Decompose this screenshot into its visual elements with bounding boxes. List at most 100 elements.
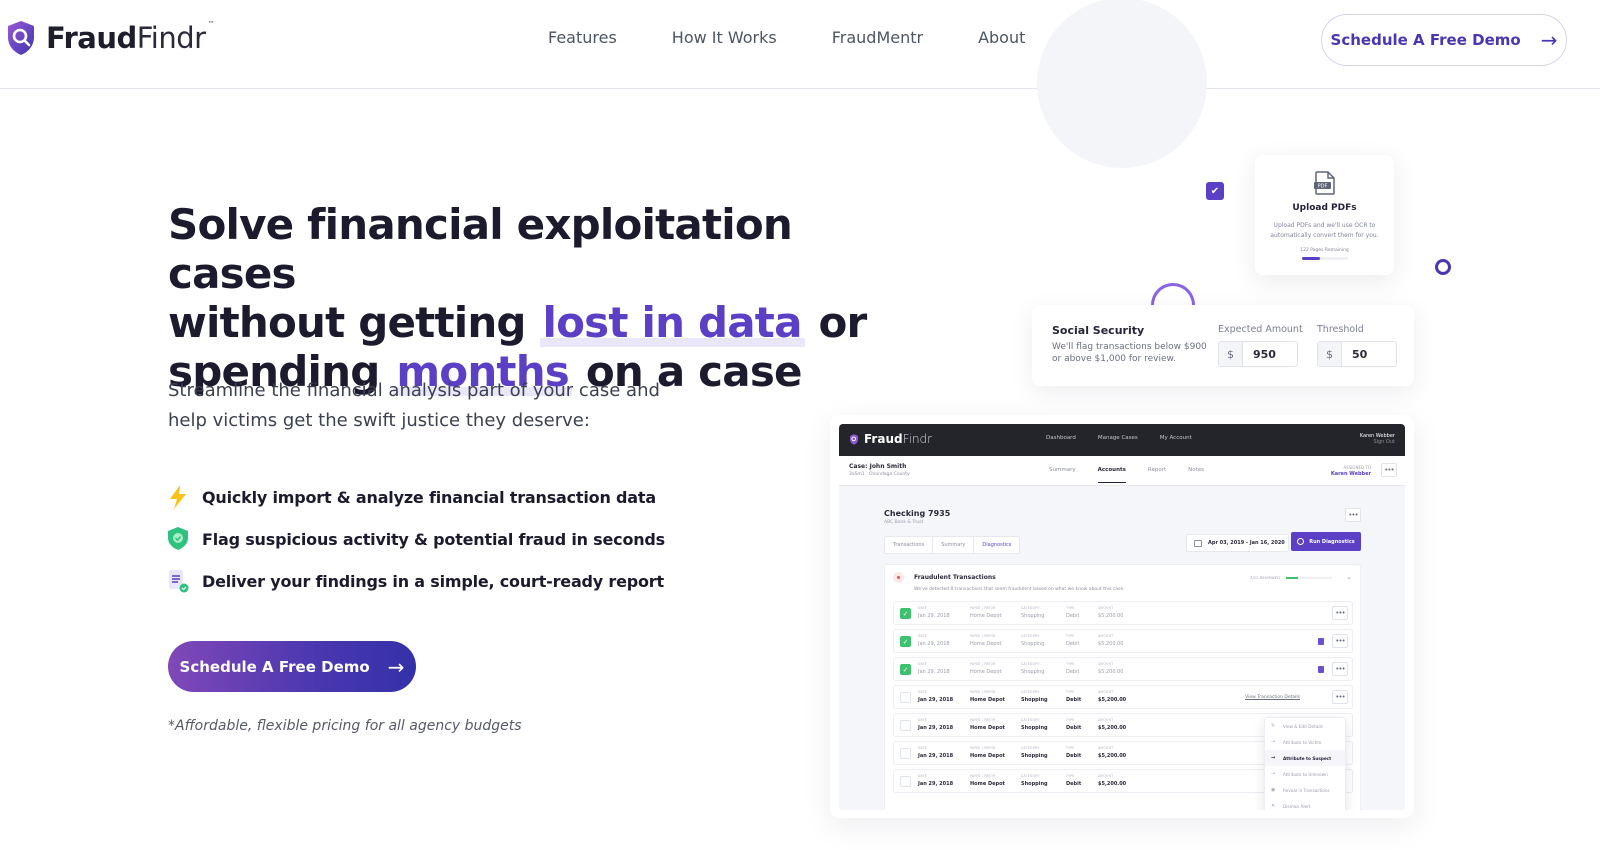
date-range-picker[interactable]: Apr 03, 2019 - Jan 16, 2020 (1186, 534, 1289, 552)
transaction-checkbox[interactable]: ✓ (900, 636, 911, 647)
menu-item[interactable]: → Attribute to Victim (1265, 734, 1345, 750)
account-more-button[interactable]: ••• (1345, 508, 1361, 522)
transaction-checkbox[interactable] (900, 692, 911, 703)
row-more-button[interactable]: ••• (1332, 662, 1348, 676)
row-more-button[interactable]: ••• (1332, 690, 1348, 704)
column-label: CATEGORY (1021, 606, 1040, 610)
threshold-input[interactable]: $ 50 (1317, 341, 1397, 367)
expected-amount-label: Expected Amount (1218, 324, 1303, 335)
assigned-user[interactable]: Karen Webber (1331, 471, 1371, 478)
header-schedule-demo-label: Schedule A Free Demo (1330, 31, 1521, 49)
cell-value: Debit (1066, 781, 1082, 787)
upload-card-description: Upload PDFs and we'll use OCR to automat… (1270, 222, 1379, 239)
report-icon (166, 569, 190, 593)
column-label: TYPE (1066, 606, 1075, 610)
cell-value: Home Depot (970, 641, 1002, 647)
view-transaction-details-link[interactable]: View Transaction Details (1245, 695, 1300, 700)
row-more-button[interactable]: ••• (1332, 606, 1348, 620)
column-label: PAYEE / PAYOR (970, 662, 996, 666)
tab-summary[interactable]: Summary (1049, 467, 1076, 483)
cell-value: Jan 29, 2018 (918, 669, 950, 675)
feature-list: Quickly import & analyze financial trans… (166, 476, 665, 602)
subtab-summary[interactable]: Summary (933, 537, 975, 553)
document-icon[interactable] (1318, 666, 1324, 673)
column-label: PAYEE / PAYOR (970, 718, 996, 722)
subtab-diagnostics[interactable]: Diagnostics (974, 537, 1019, 553)
svg-text:PDF: PDF (1317, 184, 1327, 190)
transaction-row[interactable]: DATE Jan 29, 2018 PAYEE / PAYOR Home Depot C… (893, 685, 1353, 709)
hero-title-line-2-end: or (818, 298, 867, 347)
app-nav-dashboard[interactable]: Dashboard (1046, 435, 1076, 441)
transaction-cell-amount: AMOUNT $5,200.00 (1098, 746, 1126, 759)
transaction-cell-category: CATEGORY Shopping (1021, 690, 1048, 703)
nav-about[interactable]: About (978, 28, 1025, 47)
cell-value: Shopping (1021, 613, 1045, 619)
transaction-cell-type: TYPE Debit (1066, 774, 1081, 787)
transaction-checkbox[interactable] (900, 776, 911, 787)
upload-card-title: Upload PDFs (1292, 203, 1357, 213)
panel-header: Fraudulent Transactions (893, 572, 996, 583)
transaction-cell-amount: AMOUNT $5,200.00 (1098, 662, 1123, 675)
tab-report[interactable]: Report (1148, 467, 1166, 483)
menu-item[interactable]: ✎ View & Edit Details (1265, 718, 1345, 734)
menu-item[interactable]: ✕ Dismiss Alert (1265, 798, 1345, 810)
feature-item: Quickly import & analyze financial trans… (166, 476, 665, 518)
cell-value: Debit (1066, 697, 1082, 703)
cell-value: $5,200.00 (1098, 753, 1127, 759)
cell-value: $5,200.00 (1098, 669, 1124, 675)
tab-accounts[interactable]: Accounts (1097, 467, 1126, 483)
transaction-cell-amount: AMOUNT $5,200.00 (1098, 606, 1123, 619)
run-diagnostics-button[interactable]: Run Diagnostics (1291, 532, 1361, 551)
sign-out-link[interactable]: Sign Out (1360, 439, 1395, 445)
menu-item[interactable]: ◉ Reveal in Transactions (1265, 782, 1345, 798)
brand-logo[interactable]: FraudFindr ™ (6, 20, 215, 56)
background-circle (1037, 0, 1207, 168)
menu-item[interactable]: → Attribute to Suspect (1265, 750, 1345, 766)
case-more-button[interactable]: ••• (1381, 463, 1397, 477)
transaction-row[interactable]: ✓ DATE Jan 29, 2018 PAYEE / PAYOR Home Depot… (893, 657, 1353, 681)
nav-features[interactable]: Features (548, 28, 617, 47)
case-bar: Case: John Smith 3aSm1 Onondaga County S… (839, 456, 1405, 486)
column-label: PAYEE / PAYOR (970, 690, 996, 694)
header-schedule-demo-button[interactable]: Schedule A Free Demo → (1321, 14, 1567, 66)
account-sub-tabs: Transactions Summary Diagnostics (884, 536, 1021, 554)
column-label: AMOUNT (1098, 774, 1114, 778)
hero-schedule-demo-button[interactable]: Schedule A Free Demo → (168, 641, 416, 692)
transaction-checkbox[interactable]: ✓ (900, 608, 911, 619)
arrow-right-icon: → (1271, 755, 1276, 761)
menu-item[interactable]: → Attribute to Unknown (1265, 766, 1345, 782)
cell-value: Jan 29, 2018 (918, 613, 950, 619)
expected-amount-input[interactable]: $ 950 (1218, 341, 1298, 367)
nav-how-it-works[interactable]: How It Works (672, 28, 777, 47)
document-icon[interactable] (1318, 638, 1324, 645)
transaction-cell-payee: PAYEE / PAYOR Home Depot (970, 690, 1005, 703)
site-header: FraudFindr ™ Features How It Works Fraud… (0, 0, 1600, 89)
transaction-row[interactable]: ✓ DATE Jan 29, 2018 PAYEE / PAYOR Home Depot… (893, 601, 1353, 625)
app-screenshot-frame: Fraud Findr Dashboard Manage Cases My Acc… (830, 415, 1414, 818)
transaction-cell-amount: AMOUNT $5,200.00 (1098, 774, 1126, 787)
app-nav-my-account[interactable]: My Account (1160, 435, 1192, 441)
subtab-transactions[interactable]: Transactions (885, 537, 934, 553)
transaction-cell-type: TYPE Debit (1066, 606, 1079, 619)
transaction-cell-payee: PAYEE / PAYOR Home Depot (970, 662, 1001, 675)
column-label: DATE (918, 718, 928, 722)
app-nav: Dashboard Manage Cases My Account (1046, 435, 1214, 441)
column-label: PAYEE / PAYOR (970, 634, 996, 638)
transaction-cell-payee: PAYEE / PAYOR Home Depot (970, 718, 1005, 731)
app-nav-manage-cases[interactable]: Manage Cases (1098, 435, 1138, 441)
transaction-checkbox[interactable] (900, 720, 911, 731)
transaction-row[interactable]: ✓ DATE Jan 29, 2018 PAYEE / PAYOR Home Depot… (893, 629, 1353, 653)
review-progress: 3/12 REVIEWED (1250, 575, 1332, 580)
nav-fraudmentr[interactable]: FraudMentr (832, 28, 923, 47)
chevron-down-icon[interactable]: ⌄ (1346, 573, 1352, 581)
cell-value: Home Depot (970, 669, 1002, 675)
tab-notes[interactable]: Notes (1188, 467, 1204, 483)
cell-value: Jan 29, 2018 (918, 725, 954, 731)
transaction-checkbox[interactable]: ✓ (900, 664, 911, 675)
alert-icon (893, 572, 904, 583)
row-more-button[interactable]: ••• (1332, 634, 1348, 648)
transaction-cell-payee: PAYEE / PAYOR Home Depot (970, 774, 1005, 787)
cell-value: Debit (1066, 613, 1080, 619)
transaction-checkbox[interactable] (900, 748, 911, 759)
case-title: Case: John Smith (849, 463, 907, 470)
